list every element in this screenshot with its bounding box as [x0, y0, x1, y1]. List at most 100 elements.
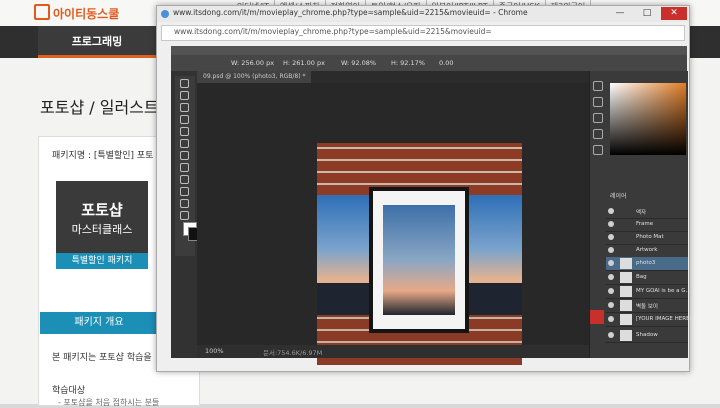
- gradient-tool-icon[interactable]: [180, 175, 189, 184]
- close-button[interactable]: ✕: [661, 7, 687, 20]
- visibility-eye-icon[interactable]: [608, 302, 614, 308]
- ps-right-panels: 레이어 액자 Frame Photo Mat Artwork photo3 Ba…: [589, 71, 692, 358]
- layer-row[interactable]: Shadow: [606, 329, 688, 343]
- visibility-eye-icon[interactable]: [608, 247, 614, 253]
- layer-row[interactable]: 벽돌 보이: [606, 299, 688, 313]
- layer-name: MY GOAl is be a G...: [636, 288, 691, 294]
- move-tool-icon[interactable]: [180, 79, 189, 88]
- cover-title: 포토샵: [81, 201, 123, 219]
- brush-tool-icon[interactable]: [180, 139, 189, 148]
- learning-target-item: - 포토샵을 처음 접하시는 분들: [58, 398, 160, 407]
- layer-row[interactable]: Bag: [606, 271, 688, 285]
- layer-name: Photo Mat: [636, 234, 664, 240]
- option-width: W: 256.00 px: [231, 59, 275, 67]
- eraser-tool-icon[interactable]: [180, 163, 189, 172]
- zoom-level[interactable]: 100%: [205, 347, 224, 355]
- layer-thumbnail: [620, 272, 632, 283]
- menu-tab-underline: [38, 55, 156, 58]
- layer-thumbnail: [620, 300, 632, 311]
- ps-menubar: [171, 46, 687, 55]
- eyedropper-tool-icon[interactable]: [180, 127, 189, 136]
- learning-target-title: 학습대상: [52, 386, 86, 396]
- layer-row[interactable]: [YOUR IMAGE HERE]: [606, 313, 692, 327]
- properties-panel-icon[interactable]: [593, 97, 603, 107]
- ps-document-tabs: 09.psd @ 100% (photo3, RGB/8) *: [197, 71, 589, 83]
- layer-row-selected[interactable]: photo3: [606, 257, 688, 271]
- layer-thumbnail: [620, 258, 632, 269]
- package-name: 패키지명 : [특별할인] 포토: [52, 151, 154, 161]
- cover-band: 특별할인 패키지: [56, 253, 148, 269]
- option-height: H: 261.00 px: [283, 59, 325, 67]
- package-intro-text: 본 패키지는 포토샵 학습을: [52, 353, 152, 363]
- layer-thumbnail: [620, 314, 632, 325]
- marquee-tool-icon[interactable]: [180, 91, 189, 100]
- paragraph-panel-icon[interactable]: [593, 145, 603, 155]
- site-favicon-icon: [161, 10, 169, 18]
- visibility-eye-icon[interactable]: [608, 332, 614, 338]
- maximize-button[interactable]: □: [634, 7, 660, 20]
- document-info: 문서:754.6K/6.97M: [263, 349, 323, 357]
- history-panel-icon[interactable]: [593, 81, 603, 91]
- window-titlebar[interactable]: www.itsdong.com/it/m/movieplay_chrome.ph…: [157, 6, 689, 22]
- layer-name: [YOUR IMAGE HERE]: [636, 316, 692, 322]
- visibility-eye-icon[interactable]: [608, 208, 614, 214]
- layer-thumbnail: [620, 286, 632, 297]
- window-controls: — □ ✕: [607, 7, 687, 20]
- character-panel-icon[interactable]: [593, 129, 603, 139]
- ps-toolbar: [175, 76, 202, 256]
- visibility-eye-icon[interactable]: [608, 274, 614, 280]
- address-bar[interactable]: www.itsdong.com/it/m/movieplay_chrome.ph…: [161, 25, 685, 41]
- visibility-eye-icon[interactable]: [608, 234, 614, 240]
- crop-tool-icon[interactable]: [180, 115, 189, 124]
- window-title: www.itsdong.com/it/m/movieplay_chrome.ph…: [173, 8, 528, 17]
- stamp-tool-icon[interactable]: [180, 151, 189, 160]
- visibility-eye-icon[interactable]: [608, 288, 614, 294]
- visibility-eye-icon[interactable]: [608, 221, 614, 227]
- ps-canvas-area[interactable]: [197, 83, 589, 365]
- visibility-eye-icon[interactable]: [608, 260, 614, 266]
- video-player-window: www.itsdong.com/it/m/movieplay_chrome.ph…: [156, 5, 692, 372]
- layer-row[interactable]: MY GOAl is be a G...: [606, 285, 691, 299]
- layer-name: Shadow: [636, 332, 658, 338]
- ps-options-bar: W: 256.00 px H: 261.00 px W: 92.08% H: 9…: [171, 55, 687, 71]
- layer-name: 액자: [636, 210, 647, 216]
- photoshop-video-frame[interactable]: W: 256.00 px H: 261.00 px W: 92.08% H: 9…: [171, 46, 692, 365]
- logo-icon: [34, 4, 50, 20]
- layer-row[interactable]: Artwork: [606, 244, 688, 258]
- site-logo[interactable]: 아이티동스쿨: [34, 4, 119, 22]
- mockup-artwork: [317, 143, 522, 365]
- layer-row[interactable]: Frame: [606, 218, 688, 232]
- option-scale-w: W: 92.08%: [341, 59, 377, 67]
- package-overview-header: 패키지 개요: [40, 312, 158, 334]
- shape-tool-icon[interactable]: [180, 211, 189, 220]
- option-angle: 0.00: [439, 59, 454, 67]
- layer-thumbnail: [620, 330, 632, 341]
- layer-name: 벽돌 보이: [636, 304, 658, 310]
- layer-row[interactable]: 액자: [606, 205, 688, 219]
- layer-name: photo3: [636, 260, 656, 266]
- option-scale-h: H: 92.17%: [391, 59, 425, 67]
- package-cover-image[interactable]: 포토샵 마스터클래스 특별할인 패키지: [56, 181, 148, 269]
- layers-panel-tab[interactable]: 레이어: [610, 191, 627, 200]
- cover-subtitle: 마스터클래스: [71, 223, 133, 236]
- layer-row[interactable]: Photo Mat: [606, 231, 688, 245]
- photo-mat: [373, 191, 465, 329]
- page-title: 포토샵 / 일러스트: [40, 98, 159, 117]
- ps-statusbar: 100% 문서:754.6K/6.97M: [197, 345, 589, 358]
- ps-document-tab[interactable]: 09.psd @ 100% (photo3, RGB/8) *: [197, 71, 312, 83]
- picture-frame: [369, 187, 469, 333]
- lock-icon[interactable]: [590, 310, 604, 324]
- type-tool-icon[interactable]: [180, 199, 189, 208]
- menu-tab-programming[interactable]: 프로그래밍: [38, 26, 156, 58]
- framed-photo: [383, 205, 455, 315]
- lasso-tool-icon[interactable]: [180, 103, 189, 112]
- minimize-button[interactable]: —: [607, 7, 633, 20]
- color-picker-field[interactable]: [610, 83, 686, 155]
- layer-name: Frame: [636, 221, 654, 227]
- pen-tool-icon[interactable]: [180, 187, 189, 196]
- adjust-panel-icon[interactable]: [593, 113, 603, 123]
- visibility-eye-icon[interactable]: [608, 316, 614, 322]
- layer-name: Bag: [636, 274, 647, 280]
- address-url: www.itsdong.com/it/m/movieplay_chrome.ph…: [174, 27, 492, 36]
- layer-name: Artwork: [636, 247, 658, 253]
